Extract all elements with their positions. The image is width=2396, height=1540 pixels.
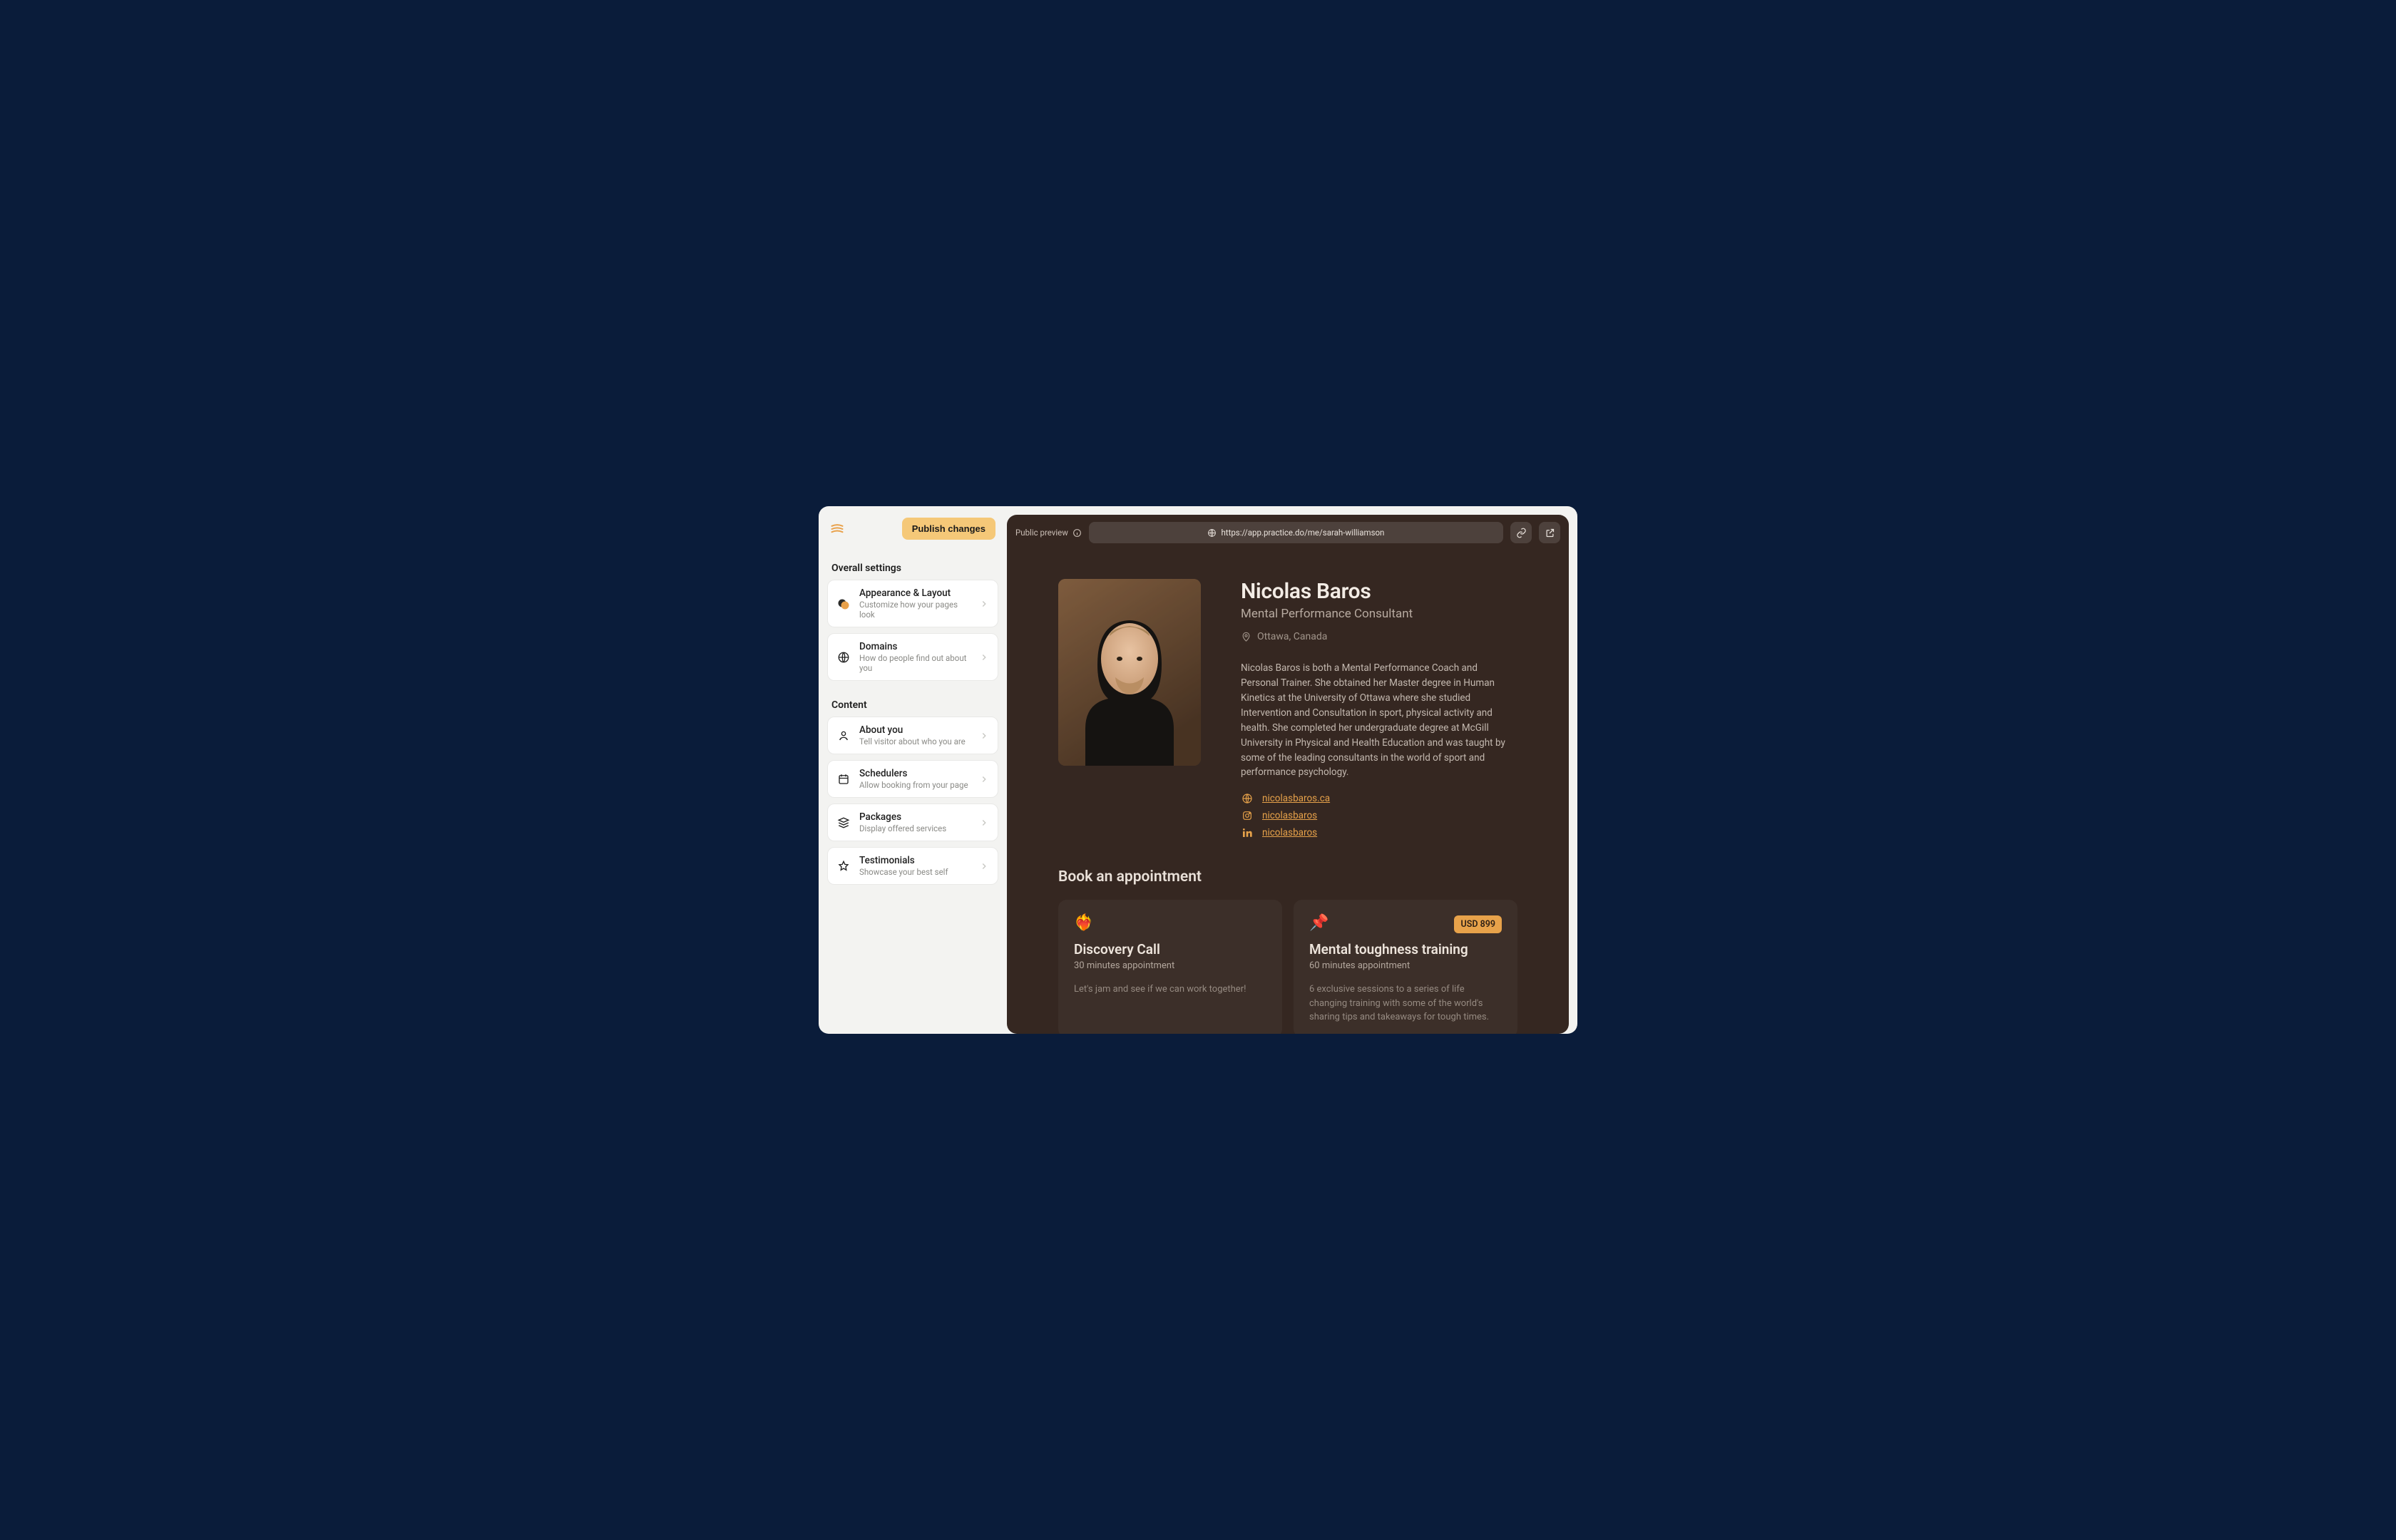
card-subtitle: Showcase your best self (859, 867, 971, 877)
chevron-right-icon (979, 818, 989, 828)
linkedin-link[interactable]: nicolasbaros (1241, 827, 1517, 838)
preview-toolbar: Public preview https://app.practice.do/m… (1007, 515, 1569, 550)
profile-name: Nicolas Baros (1241, 579, 1517, 604)
app-logo-icon (830, 522, 844, 536)
linkedin-link-text[interactable]: nicolasbaros (1262, 827, 1317, 838)
chevron-right-icon (979, 861, 989, 871)
pin-icon: 📌 (1309, 915, 1328, 931)
globe-icon (1207, 528, 1217, 538)
card-title: Packages (859, 811, 971, 823)
publish-button[interactable]: Publish changes (902, 518, 995, 540)
preview-label: Public preview (1015, 528, 1082, 538)
card-subtitle: Allow booking from your page (859, 780, 971, 790)
person-icon (836, 729, 851, 743)
appointment-description: 6 exclusive sessions to a series of life… (1309, 982, 1502, 1025)
overall-settings-heading: Overall settings (827, 557, 998, 580)
appointment-card[interactable]: 📌 USD 899 Mental toughness training 60 m… (1294, 900, 1517, 1034)
heart-fire-icon: ❤️‍🔥 (1074, 915, 1093, 931)
info-icon[interactable] (1072, 528, 1082, 538)
chevron-right-icon (979, 774, 989, 784)
globe-icon (1241, 793, 1254, 804)
linkedin-icon (1241, 827, 1254, 838)
instagram-link[interactable]: nicolasbaros (1241, 810, 1517, 821)
globe-icon (836, 650, 851, 664)
card-title: Testimonials (859, 855, 971, 866)
sidebar: Publish changes Overall settings Appeara… (819, 506, 1007, 1034)
card-subtitle: Display offered services (859, 823, 971, 833)
domains-card[interactable]: Domains How do people find out about you (827, 633, 998, 681)
preview-wrap: Public preview https://app.practice.do/m… (1007, 506, 1577, 1034)
open-external-button[interactable] (1539, 522, 1560, 543)
instagram-icon (1241, 810, 1254, 821)
profile-bio: Nicolas Baros is both a Mental Performan… (1241, 661, 1517, 780)
copy-link-button[interactable] (1510, 522, 1532, 543)
appointment-card[interactable]: ❤️‍🔥 Discovery Call 30 minutes appointme… (1058, 900, 1282, 1034)
appointment-title: Mental toughness training (1309, 941, 1502, 958)
card-subtitle: Customize how your pages look (859, 600, 971, 620)
layers-icon (836, 816, 851, 830)
chevron-right-icon (979, 599, 989, 609)
profile-photo (1058, 579, 1201, 766)
website-link[interactable]: nicolasbaros.ca (1241, 793, 1517, 804)
card-subtitle: How do people find out about you (859, 653, 971, 673)
preview-label-text: Public preview (1015, 528, 1068, 538)
packages-card[interactable]: Packages Display offered services (827, 804, 998, 841)
about-you-card[interactable]: About you Tell visitor about who you are (827, 717, 998, 754)
card-title: Domains (859, 641, 971, 652)
app-window: Publish changes Overall settings Appeara… (819, 506, 1577, 1034)
website-link-text[interactable]: nicolasbaros.ca (1262, 793, 1330, 804)
card-title: Schedulers (859, 768, 971, 779)
appointment-description: Let's jam and see if we can work togethe… (1074, 982, 1266, 997)
testimonials-card[interactable]: Testimonials Showcase your best self (827, 847, 998, 885)
profile-role: Mental Performance Consultant (1241, 607, 1517, 621)
calendar-icon (836, 772, 851, 786)
appointment-duration: 60 minutes appointment (1309, 960, 1502, 971)
book-appointment-heading: Book an appointment (1058, 868, 1517, 885)
star-icon (836, 859, 851, 873)
content-heading: Content (827, 694, 998, 717)
card-title: Appearance & Layout (859, 587, 971, 599)
appointment-title: Discovery Call (1074, 941, 1266, 958)
instagram-link-text[interactable]: nicolasbaros (1262, 810, 1317, 821)
profile-location-text: Ottawa, Canada (1257, 631, 1327, 642)
schedulers-card[interactable]: Schedulers Allow booking from your page (827, 760, 998, 798)
appearance-layout-card[interactable]: Appearance & Layout Customize how your p… (827, 580, 998, 627)
preview-url-text: https://app.practice.do/me/sarah-william… (1221, 528, 1384, 538)
preview-body: Nicolas Baros Mental Performance Consult… (1007, 550, 1569, 1034)
card-subtitle: Tell visitor about who you are (859, 736, 971, 746)
preview-url-bar[interactable]: https://app.practice.do/me/sarah-william… (1089, 522, 1503, 543)
chevron-right-icon (979, 731, 989, 741)
appointment-duration: 30 minutes appointment (1074, 960, 1266, 971)
price-badge: USD 899 (1454, 915, 1502, 933)
chevron-right-icon (979, 652, 989, 662)
card-title: About you (859, 724, 971, 736)
pin-icon (1241, 632, 1251, 642)
preview-panel: Public preview https://app.practice.do/m… (1007, 515, 1569, 1034)
profile-location: Ottawa, Canada (1241, 631, 1517, 642)
palette-icon (836, 597, 851, 611)
